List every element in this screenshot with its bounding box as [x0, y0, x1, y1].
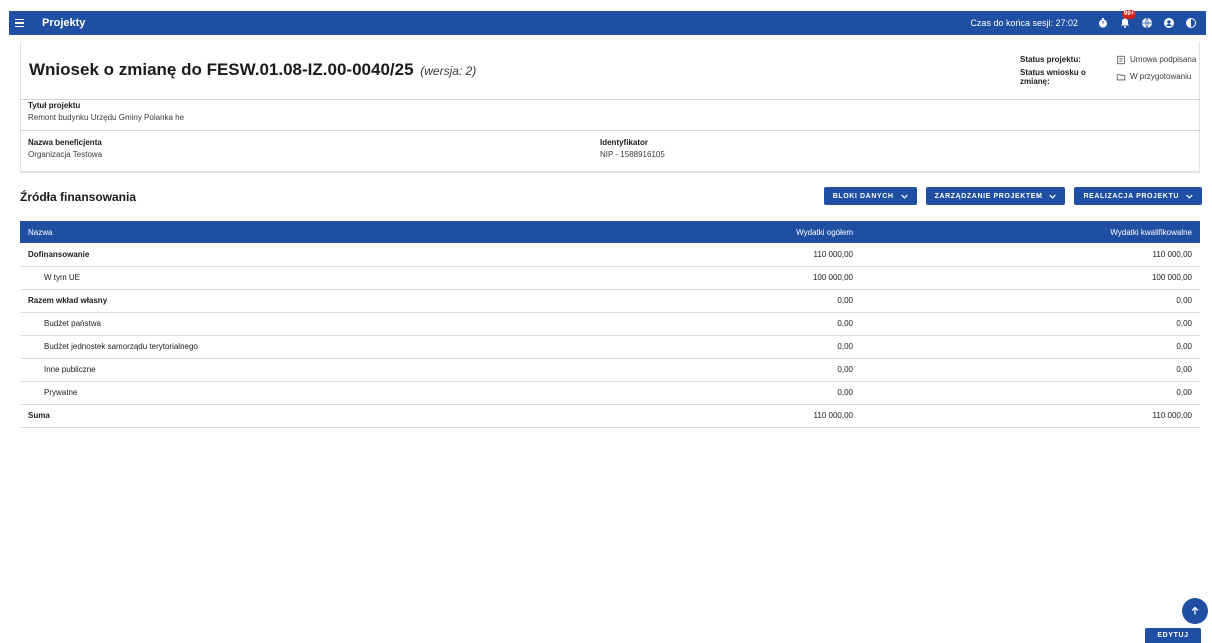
beneficiary-field: Nazwa beneficjenta Organizacja Testowa — [28, 138, 102, 159]
project-realization-button[interactable]: REALIZACJA PROJEKTU — [1074, 187, 1202, 205]
session-timer-label: Czas do końca sesji: 27:02 — [970, 18, 1078, 28]
app-title: Projekty — [42, 17, 86, 29]
table-row: W tym UE 100 000,00 100 000,00 — [20, 266, 1200, 290]
cell-name: W tym UE — [20, 266, 685, 290]
financing-table: Nazwa Wydatki ogółem Wydatki kwalifikowa… — [20, 221, 1200, 428]
cell-total: 100 000,00 — [685, 266, 861, 290]
page-title-text: Wniosek o zmianę do FESW.01.08-IZ.00-004… — [29, 60, 414, 79]
status-box: Status projektu: Umowa podpisana Status … — [1020, 51, 1196, 86]
table-body: Dofinansowanie 110 000,00 110 000,00 W tym … — [20, 243, 1200, 428]
identifier-label: Identyfikator — [600, 138, 649, 147]
cell-total: 0,00 — [685, 289, 861, 313]
table-row: Prywatne 0,00 0,00 — [20, 381, 1200, 405]
cell-name: Dofinansowanie — [20, 243, 685, 267]
folder-icon — [1116, 73, 1126, 80]
request-status-label: Status wniosku o zmianę: — [1020, 67, 1086, 86]
cell-eligible: 100 000,00 — [861, 266, 1200, 290]
cell-total: 0,00 — [685, 381, 861, 405]
cell-eligible: 0,00 — [861, 335, 1200, 359]
table-row: Budżet jednostek samorządu terytorialneg… — [20, 335, 1200, 359]
identifier-value: NIP - 1588916105 — [600, 150, 665, 159]
table-row: Budżet państwa 0,00 0,00 — [20, 312, 1200, 336]
beneficiary-value: Organizacja Testowa — [28, 150, 103, 159]
cell-name: Inne publiczne — [20, 358, 685, 382]
project-management-button[interactable]: ZARZĄDZANIE PROJEKTEM — [925, 187, 1066, 205]
column-header-total: Wydatki ogółem — [685, 221, 861, 243]
project-status-row: Status projektu: Umowa podpisana — [1020, 51, 1196, 68]
notifications-badge: 99+ — [1122, 10, 1137, 19]
identifier-field: Identyfikator NIP - 1588916105 — [600, 138, 665, 159]
cell-total: 0,00 — [685, 358, 861, 382]
table-row: Razem wkład własny 0,00 0,00 — [20, 289, 1200, 313]
project-management-label: ZARZĄDZANIE PROJEKTEM — [934, 192, 1043, 200]
contrast-icon[interactable] — [1184, 16, 1198, 30]
request-status-text: W przygotowaniu — [1130, 72, 1192, 81]
cell-name: Budżet jednostek samorządu terytorialneg… — [20, 335, 685, 359]
topbar-right: Czas do końca sesji: 27:02 99+ — [970, 10, 1206, 35]
scroll-to-top-button[interactable] — [1182, 598, 1208, 624]
column-header-eligible: Wydatki kwalifikowalne — [861, 221, 1200, 243]
request-status-row: Status wniosku o zmianę: W przygotowaniu — [1020, 67, 1196, 86]
timer-icon[interactable] — [1096, 16, 1110, 30]
table-row: Dofinansowanie 110 000,00 110 000,00 — [20, 243, 1200, 267]
cell-eligible: 110 000,00 — [861, 404, 1200, 428]
cell-total: 110 000,00 — [685, 404, 861, 428]
project-title-label: Tytuł projektu — [28, 101, 81, 110]
arrow-up-icon — [1191, 606, 1199, 615]
cell-name: Suma — [20, 404, 685, 428]
chevron-down-icon — [1049, 194, 1057, 199]
project-realization-label: REALIZACJA PROJEKTU — [1083, 192, 1179, 200]
cell-name: Razem wkład własny — [20, 289, 685, 313]
project-header-card: Wniosek o zmianę do FESW.01.08-IZ.00-004… — [20, 42, 1200, 173]
cell-total: 0,00 — [685, 335, 861, 359]
header-title-row: Wniosek o zmianę do FESW.01.08-IZ.00-004… — [20, 42, 1200, 100]
header-divider — [20, 130, 1200, 131]
data-blocks-label: BLOKI DANYCH — [832, 192, 894, 200]
cell-eligible: 0,00 — [861, 312, 1200, 336]
account-icon[interactable] — [1162, 16, 1176, 30]
action-buttons: BLOKI DANYCH ZARZĄDZANIE PROJEKTEM REALI… — [823, 187, 1202, 205]
cell-total: 0,00 — [685, 312, 861, 336]
bell-icon[interactable]: 99+ — [1118, 10, 1137, 30]
request-status-value: W przygotowaniu — [1116, 72, 1191, 82]
top-app-bar: Projekty Czas do końca sesji: 27:02 99+ — [9, 10, 1206, 35]
chevron-down-icon — [900, 194, 908, 199]
table-row: Suma 110 000,00 110 000,00 — [20, 404, 1200, 428]
cell-name: Prywatne — [20, 381, 685, 405]
project-title-value: Remont budynku Urzędu Gminy Polanka he — [28, 113, 185, 122]
section-title: Źródła finansowania — [20, 190, 137, 204]
version-label: (wersja: 2) — [420, 64, 477, 78]
beneficiary-label: Nazwa beneficjenta — [28, 138, 102, 147]
cell-total: 110 000,00 — [685, 243, 861, 267]
data-blocks-button[interactable]: BLOKI DANYCH — [823, 187, 917, 205]
cell-name: Budżet państwa — [20, 312, 685, 336]
cell-eligible: 0,00 — [861, 381, 1200, 405]
cell-eligible: 0,00 — [861, 289, 1200, 313]
menu-icon[interactable] — [15, 11, 37, 35]
project-status-text: Umowa podpisana — [1130, 55, 1197, 64]
project-title-field: Tytuł projektu Remont budynku Urzędu Gmi… — [28, 101, 184, 122]
globe-icon[interactable] — [1140, 16, 1154, 30]
project-status-label: Status projektu: — [1020, 55, 1081, 64]
cell-eligible: 110 000,00 — [861, 243, 1200, 267]
edit-button[interactable]: EDYTUJ — [1145, 628, 1201, 643]
document-icon — [1117, 55, 1125, 64]
table-header-row: Nazwa Wydatki ogółem Wydatki kwalifikowa… — [20, 221, 1200, 243]
project-status-value: Umowa podpisana — [1116, 55, 1196, 65]
table-row: Inne publiczne 0,00 0,00 — [20, 358, 1200, 382]
chevron-down-icon — [1186, 194, 1193, 199]
page-title: Wniosek o zmianę do FESW.01.08-IZ.00-004… — [29, 60, 476, 80]
column-header-name: Nazwa — [20, 221, 685, 243]
cell-eligible: 0,00 — [861, 358, 1200, 382]
